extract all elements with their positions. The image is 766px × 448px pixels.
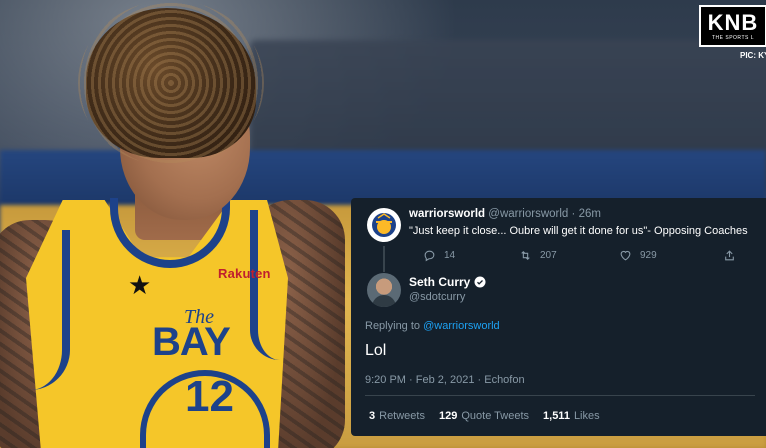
retweet-button[interactable]: 207 [519, 249, 557, 262]
player-hair [78, 0, 264, 166]
jersey-team-text: BAY [152, 320, 231, 364]
reply-display-name[interactable]: Seth Curry [409, 275, 470, 289]
jersey-armhole-left [30, 230, 70, 390]
stats-divider [365, 395, 755, 396]
retweets-stat[interactable]: 3 Retweets [369, 410, 425, 422]
retweets-label: Retweets [379, 410, 425, 422]
photo-credit: PIC: KYL [740, 51, 766, 60]
replying-to-line: Replying to @warriorsworld [365, 320, 500, 332]
site-logo: KNB THE SPORTS L [699, 5, 766, 47]
logo-text: KNB [707, 9, 759, 35]
reply-icon [424, 250, 435, 262]
replying-to-link[interactable]: @warriorsworld [423, 320, 500, 332]
like-button[interactable]: 929 [619, 249, 657, 262]
original-tweet[interactable]: warriorsworld @warriorsworld · 26m "Just… [365, 206, 765, 272]
quote-tweets-stat[interactable]: 129 Quote Tweets [439, 410, 529, 422]
original-tweet-header: warriorsworld @warriorsworld · 26m [409, 208, 601, 220]
quote-tweets-label: Quote Tweets [461, 410, 530, 422]
reply-timestamp-source[interactable]: 9:20 PM · Feb 2, 2021 · Echofon [365, 374, 525, 386]
like-count: 929 [640, 250, 657, 261]
reply-button[interactable]: 14 [423, 249, 455, 262]
original-time-ago[interactable]: 26m [579, 208, 601, 220]
original-handle[interactable]: @warriorsworld [488, 208, 568, 220]
reply-tweet-stats: 3 Retweets 129 Quote Tweets 1,511 Likes [369, 410, 600, 422]
reply-count: 14 [444, 250, 456, 261]
likes-stat[interactable]: 1,511 Likes [543, 410, 600, 422]
like-icon [620, 250, 631, 261]
reply-handle[interactable]: @sdotcurry [409, 291, 465, 303]
header-separator: · [571, 208, 576, 220]
retweets-count: 3 [369, 410, 376, 422]
share-icon [725, 250, 734, 261]
logo-subtext: THE SPORTS L [711, 34, 755, 42]
basketball-player: ★ Rakuten The BAY 12 [0, 0, 360, 448]
jersey-sponsor-patch: Rakuten [218, 266, 271, 281]
likes-label: Likes [573, 410, 600, 422]
tweet-card: warriorsworld @warriorsworld · 26m "Just… [351, 198, 766, 436]
retweet-icon [521, 250, 530, 261]
thread-connector [383, 246, 385, 272]
retweet-count: 207 [540, 250, 557, 261]
verified-icon [474, 276, 486, 288]
warriors-logo-icon [368, 209, 400, 241]
reply-display-name-row[interactable]: Seth Curry [409, 275, 486, 289]
reply-tweet-text: Lol [365, 342, 387, 359]
jersey-armhole-right [250, 210, 280, 360]
share-button[interactable] [723, 249, 736, 262]
original-tweet-actions: 14 207 929 [409, 249, 739, 267]
seth-curry-avatar[interactable] [367, 273, 401, 307]
likes-count: 1,511 [543, 410, 570, 422]
reply-tweet-header: Seth Curry @sdotcurry [367, 273, 747, 309]
original-display-name[interactable]: warriorsworld [409, 208, 485, 220]
jumpman-logo: ★ [128, 270, 152, 300]
replying-to-label: Replying to [365, 320, 421, 332]
original-tweet-text: "Just keep it close... Oubre will get it… [409, 225, 748, 237]
quote-tweets-count: 129 [438, 410, 458, 422]
jersey-number: 12 [185, 372, 234, 421]
warriorsworld-avatar[interactable] [367, 208, 401, 242]
